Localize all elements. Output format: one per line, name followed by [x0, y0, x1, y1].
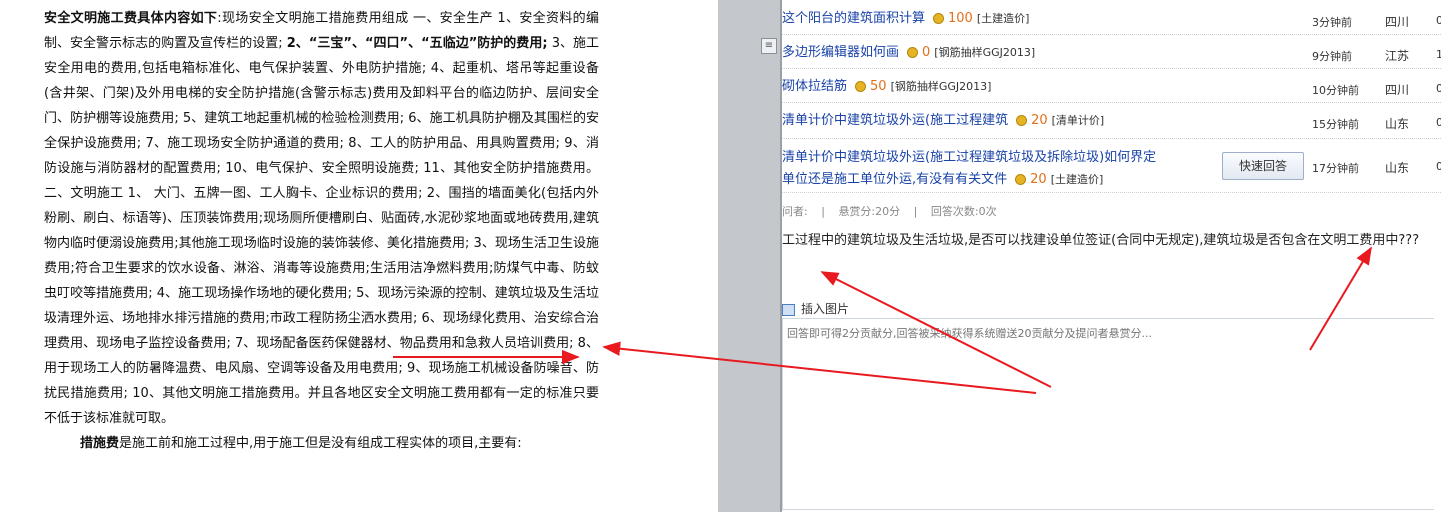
- answer-count-label: 回答次数:0次: [930, 205, 997, 218]
- question-location: 山东: [1385, 161, 1410, 175]
- question-location: 四川: [1385, 83, 1410, 97]
- quick-answer-button[interactable]: 快速回答: [1222, 152, 1304, 180]
- insert-image-button[interactable]: 插入图片: [782, 300, 849, 317]
- question-location: 山东: [1385, 117, 1410, 131]
- question-meta: 问者: | 悬赏分:20分 | 回答次数:0次: [782, 203, 1007, 219]
- coin-icon: [907, 47, 919, 58]
- question-row: 清单计价中建筑垃圾外运(施工过程建筑垃圾及拆除垃圾)如何界定 单位还是施工单位外运…: [782, 146, 1441, 193]
- qa-webpage: 这个阳台的建筑面积计算 100 [土建造价] 3分钟前 四川 0 多边形编辑器如何画…: [782, 0, 1441, 512]
- coin-icon: [855, 81, 867, 92]
- doc-heading: 安全文明施工费具体内容如下: [44, 11, 218, 26]
- question-location: 四川: [1385, 15, 1410, 29]
- meta-separator: |: [913, 205, 918, 218]
- question-time: 10分钟前: [1312, 84, 1359, 97]
- question-link[interactable]: 清单计价中建筑垃圾外运(施工过程建筑垃圾及拆除垃圾)如何界定 单位还是施工单位外运…: [782, 147, 1156, 191]
- asker-label: 问者:: [782, 205, 808, 218]
- reply-input[interactable]: [783, 319, 1431, 511]
- pane-toggle-icon[interactable]: ≡: [761, 38, 777, 54]
- question-answers: 0: [1436, 160, 1441, 173]
- doc-bold-2: 2、“三宝”、“四口”、“五临边”防护的费用;: [286, 36, 548, 51]
- reply-box: [782, 318, 1434, 511]
- question-time: 9分钟前: [1312, 50, 1352, 63]
- question-row: 清单计价中建筑垃圾外运(施工过程建筑 20 [清单计价] 15分钟前 山东 0: [782, 110, 1441, 139]
- question-link[interactable]: 多边形编辑器如何画 0 [钢筋抽样GGJ2013]: [782, 42, 1035, 64]
- meta-separator: |: [821, 205, 825, 218]
- question-row: 砌体拉结筋 50 [钢筋抽样GGJ2013] 10分钟前 四川 0: [782, 76, 1441, 103]
- coin-icon: [1016, 115, 1028, 126]
- question-answers: 0: [1436, 14, 1441, 27]
- window-gutter: [718, 0, 780, 512]
- question-location: 江苏: [1385, 49, 1410, 63]
- question-link[interactable]: 砌体拉结筋 50 [钢筋抽样GGJ2013]: [782, 76, 991, 98]
- question-link[interactable]: 清单计价中建筑垃圾外运(施工过程建筑 20 [清单计价]: [782, 110, 1104, 132]
- document-text: 安全文明施工费具体内容如下:现场安全文明施工措施费用组成 一、安全生产 1、安全…: [44, 6, 599, 456]
- question-answers: 0: [1436, 116, 1441, 129]
- question-answers: 1: [1436, 48, 1441, 61]
- question-row: 多边形编辑器如何画 0 [钢筋抽样GGJ2013] 9分钟前 江苏 1: [782, 42, 1441, 69]
- doc-text-2: 3、施工安全用电的费用,包括电箱标准化、电气保护装置、外电防护措施; 4、起重机…: [44, 36, 600, 426]
- question-body: 工过程中的建筑垃圾及生活垃圾,是否可以找建设单位签证(合同中无规定),建筑垃圾是…: [782, 233, 1420, 248]
- question-row: 这个阳台的建筑面积计算 100 [土建造价] 3分钟前 四川 0: [782, 8, 1441, 35]
- doc-bold-measures: 措施费: [80, 436, 120, 451]
- question-link[interactable]: 这个阳台的建筑面积计算 100 [土建造价]: [782, 8, 1029, 30]
- question-time: 17分钟前: [1312, 162, 1359, 175]
- reward-label: 悬赏分:20分: [838, 205, 901, 218]
- question-answers: 0: [1436, 82, 1441, 95]
- question-time: 3分钟前: [1312, 16, 1352, 29]
- question-time: 15分钟前: [1312, 118, 1359, 131]
- document-pane: 安全文明施工费具体内容如下:现场安全文明施工措施费用组成 一、安全生产 1、安全…: [0, 0, 718, 512]
- image-icon: [782, 303, 795, 316]
- coin-icon: [1015, 174, 1027, 185]
- coin-icon: [933, 13, 945, 24]
- doc-text-measures: 是施工前和施工过程中,用于施工但是没有组成工程实体的项目,主要有:: [119, 436, 522, 451]
